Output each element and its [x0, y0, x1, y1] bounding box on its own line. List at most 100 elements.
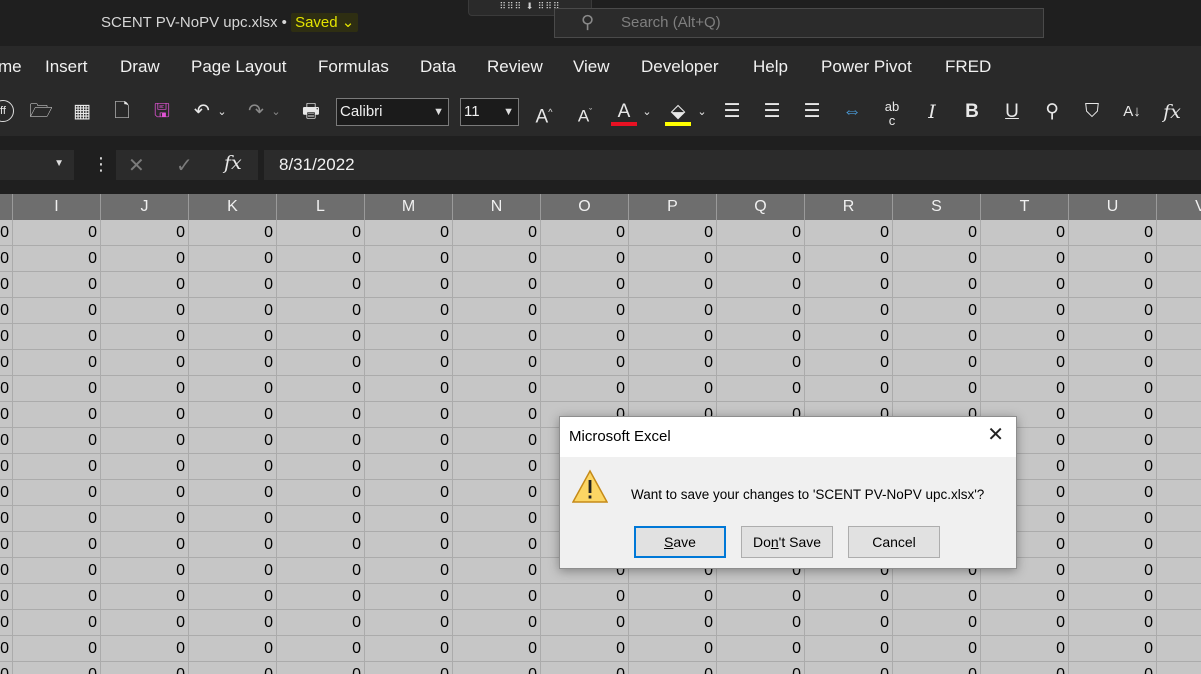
- cell[interactable]: 0: [101, 324, 189, 350]
- cell[interactable]: 0: [893, 324, 981, 350]
- cell[interactable]: 0: [189, 402, 277, 428]
- cell[interactable]: 0: [453, 662, 541, 674]
- cell[interactable]: 0: [365, 506, 453, 532]
- cell[interactable]: 0: [189, 246, 277, 272]
- column-header[interactable]: H: [0, 194, 13, 220]
- cell[interactable]: 0: [893, 350, 981, 376]
- cell[interactable]: 0: [0, 272, 13, 298]
- confirm-entry-icon[interactable]: ✓: [176, 153, 193, 178]
- cell[interactable]: 0: [453, 350, 541, 376]
- cell[interactable]: 0: [13, 350, 101, 376]
- cell[interactable]: 0: [717, 272, 805, 298]
- cell[interactable]: 0: [13, 428, 101, 454]
- column-header[interactable]: T: [981, 194, 1069, 220]
- cell[interactable]: 0: [629, 610, 717, 636]
- cell[interactable]: 0: [189, 350, 277, 376]
- cell[interactable]: 0: [189, 506, 277, 532]
- cell[interactable]: 0: [453, 558, 541, 584]
- cell[interactable]: 0: [541, 610, 629, 636]
- tab-fred[interactable]: FRED: [945, 57, 991, 77]
- undo-dropdown-icon[interactable]: ⌄: [215, 100, 229, 124]
- cell[interactable]: 0: [717, 376, 805, 402]
- cell[interactable]: 0: [277, 402, 365, 428]
- tab-power-pivot[interactable]: Power Pivot: [821, 57, 912, 77]
- cell[interactable]: 0: [189, 636, 277, 662]
- cell[interactable]: 0: [0, 506, 13, 532]
- cell[interactable]: 0: [1069, 428, 1157, 454]
- cell[interactable]: 0: [453, 636, 541, 662]
- cell[interactable]: 0: [101, 506, 189, 532]
- search-box[interactable]: ⚲ Search (Alt+Q): [554, 8, 1044, 38]
- cell[interactable]: 0: [541, 298, 629, 324]
- tab-formulas[interactable]: Formulas: [318, 57, 389, 77]
- cell[interactable]: 0: [1069, 636, 1157, 662]
- cell[interactable]: [1157, 220, 1201, 246]
- cell[interactable]: 0: [277, 558, 365, 584]
- cell[interactable]: 0: [101, 662, 189, 674]
- cell[interactable]: 0: [453, 402, 541, 428]
- cell[interactable]: 0: [0, 662, 13, 674]
- cell[interactable]: 0: [1069, 662, 1157, 674]
- cell[interactable]: 0: [277, 246, 365, 272]
- cell[interactable]: 0: [277, 298, 365, 324]
- cell[interactable]: 0: [365, 480, 453, 506]
- cell[interactable]: 0: [101, 246, 189, 272]
- cell[interactable]: 0: [629, 350, 717, 376]
- column-header[interactable]: R: [805, 194, 893, 220]
- cell[interactable]: 0: [101, 272, 189, 298]
- cell[interactable]: [1157, 558, 1201, 584]
- cell[interactable]: 0: [13, 506, 101, 532]
- cell[interactable]: 0: [189, 662, 277, 674]
- print-preview-icon[interactable]: 🖶: [298, 100, 324, 124]
- find-icon[interactable]: ⚲: [1039, 100, 1065, 124]
- cell[interactable]: 0: [893, 376, 981, 402]
- filter-icon[interactable]: ⛉: [1079, 100, 1105, 124]
- cell[interactable]: 0: [717, 246, 805, 272]
- cell[interactable]: 0: [541, 324, 629, 350]
- cell[interactable]: 0: [893, 584, 981, 610]
- column-header[interactable]: O: [541, 194, 629, 220]
- cell[interactable]: 0: [1069, 584, 1157, 610]
- align-left-icon[interactable]: ☰: [719, 100, 745, 124]
- cell[interactable]: 0: [805, 350, 893, 376]
- insert-function-icon[interactable]: fx: [224, 152, 242, 174]
- column-header[interactable]: I: [13, 194, 101, 220]
- cell[interactable]: 0: [0, 428, 13, 454]
- cell[interactable]: 0: [0, 584, 13, 610]
- cell[interactable]: [1157, 402, 1201, 428]
- cell[interactable]: 0: [13, 636, 101, 662]
- cell[interactable]: 0: [189, 610, 277, 636]
- cell[interactable]: 0: [541, 636, 629, 662]
- cell[interactable]: 0: [365, 610, 453, 636]
- column-header[interactable]: U: [1069, 194, 1157, 220]
- redo-icon[interactable]: ↷: [243, 100, 269, 124]
- cell[interactable]: 0: [189, 584, 277, 610]
- cell[interactable]: 0: [981, 324, 1069, 350]
- cell[interactable]: [1157, 376, 1201, 402]
- cell[interactable]: 0: [629, 376, 717, 402]
- cell[interactable]: 0: [453, 532, 541, 558]
- cell[interactable]: 0: [805, 610, 893, 636]
- cell[interactable]: 0: [453, 272, 541, 298]
- cell[interactable]: 0: [101, 220, 189, 246]
- cell[interactable]: 0: [365, 220, 453, 246]
- cell[interactable]: 0: [365, 532, 453, 558]
- save-button[interactable]: Save: [634, 526, 726, 558]
- cell[interactable]: 0: [541, 662, 629, 674]
- cell[interactable]: 0: [0, 298, 13, 324]
- cell[interactable]: 0: [101, 480, 189, 506]
- cell[interactable]: 0: [277, 584, 365, 610]
- autosave-off-icon[interactable]: ff: [0, 100, 14, 122]
- cell[interactable]: 0: [717, 298, 805, 324]
- cell[interactable]: 0: [0, 324, 13, 350]
- cell[interactable]: 0: [805, 246, 893, 272]
- cell[interactable]: [1157, 662, 1201, 674]
- cell[interactable]: 0: [453, 220, 541, 246]
- cell[interactable]: 0: [101, 532, 189, 558]
- tab-developer[interactable]: Developer: [641, 57, 719, 77]
- sort-icon[interactable]: A↓: [1119, 100, 1145, 124]
- cell[interactable]: 0: [981, 376, 1069, 402]
- cell[interactable]: 0: [629, 584, 717, 610]
- cell[interactable]: 0: [101, 636, 189, 662]
- column-header[interactable]: K: [189, 194, 277, 220]
